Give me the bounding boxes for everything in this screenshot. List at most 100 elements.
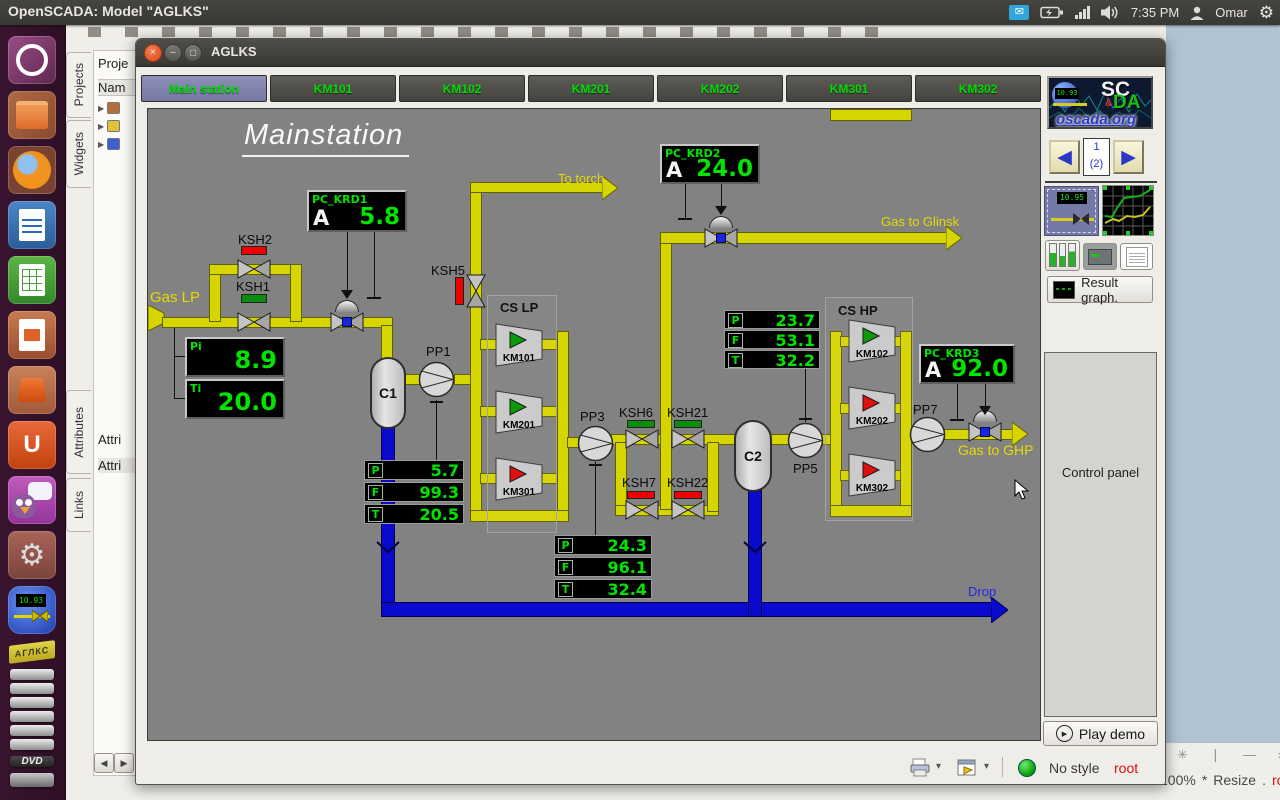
- prev-page-button[interactable]: ◀: [1049, 140, 1080, 174]
- spin-right-button[interactable]: ▶: [114, 753, 134, 773]
- valve-ksh2-state[interactable]: [241, 246, 267, 255]
- openscada-icon[interactable]: 10.93: [8, 586, 56, 634]
- minimized-window-icon[interactable]: [10, 683, 54, 694]
- tab-projects[interactable]: Projects: [66, 52, 91, 118]
- compressor-km301[interactable]: KM301: [495, 457, 543, 501]
- ubuntu-one-icon[interactable]: U: [8, 421, 56, 469]
- valve-ksh21[interactable]: [671, 429, 705, 449]
- close-button[interactable]: ×: [144, 44, 162, 62]
- minimized-window-icon[interactable]: [10, 739, 54, 750]
- pump-pp7[interactable]: [909, 416, 946, 453]
- display-pft3-t[interactable]: T32.4: [554, 579, 652, 599]
- tab-km202[interactable]: KM202: [657, 75, 783, 102]
- display-pft3-p[interactable]: P24.3: [554, 535, 652, 555]
- display-pft1-p[interactable]: P5.7: [364, 460, 464, 480]
- panel-view-button[interactable]: [1083, 243, 1117, 270]
- display-pft2-f[interactable]: F53.1: [724, 330, 820, 349]
- libreoffice-writer-icon[interactable]: [8, 201, 56, 249]
- compressor-km201[interactable]: KM201: [495, 390, 543, 434]
- battery-icon[interactable]: [1040, 6, 1064, 19]
- display-pft1-t[interactable]: T20.5: [364, 504, 464, 524]
- valve-ksh21-state[interactable]: [674, 420, 702, 428]
- result-graph-button[interactable]: Result graph.: [1047, 276, 1153, 303]
- print-dropdown[interactable]: ▾: [936, 761, 941, 772]
- valve-ksh5[interactable]: [466, 274, 486, 308]
- export-dropdown[interactable]: ▾: [984, 761, 989, 772]
- system-settings-icon[interactable]: ⚙: [8, 531, 56, 579]
- valve-ksh22[interactable]: [671, 500, 705, 520]
- display-pi[interactable]: Pi 8.9: [185, 337, 285, 377]
- tab-main-station[interactable]: Main station: [141, 75, 267, 102]
- mail-icon[interactable]: ✉: [1009, 5, 1029, 20]
- tool-icon[interactable]: ❘: [1210, 747, 1221, 763]
- pump-pp1[interactable]: [418, 361, 455, 398]
- libreoffice-impress-icon[interactable]: [8, 311, 56, 359]
- minimized-window-icon[interactable]: [10, 669, 54, 680]
- valve-ksh7[interactable]: [625, 500, 659, 520]
- separator-c2[interactable]: C2: [734, 420, 772, 492]
- session-user[interactable]: Omar: [1215, 5, 1248, 20]
- valve-ksh1-state[interactable]: [241, 294, 267, 303]
- minimized-window-icon[interactable]: [10, 773, 54, 787]
- display-pc-krd3[interactable]: PC_KRD3 A 92.0: [919, 344, 1015, 384]
- display-pft3-f[interactable]: F96.1: [554, 557, 652, 577]
- firefox-icon[interactable]: [8, 146, 56, 194]
- pump-pp3[interactable]: [577, 425, 614, 462]
- compressor-km101[interactable]: KM101: [495, 323, 543, 367]
- tab-km301[interactable]: KM301: [786, 75, 912, 102]
- next-page-button[interactable]: ▶: [1113, 140, 1144, 174]
- display-pc-krd2[interactable]: PC_KRD2 A 24.0: [660, 144, 760, 184]
- minimized-window-icon[interactable]: [10, 697, 54, 708]
- oscada-logo[interactable]: 10.93 SC & DA oscada.org: [1047, 76, 1153, 129]
- tab-km102[interactable]: KM102: [399, 75, 525, 102]
- export-button[interactable]: [956, 758, 978, 778]
- compressor-km202[interactable]: KM202: [848, 386, 896, 430]
- tab-widgets[interactable]: Widgets: [66, 120, 91, 188]
- display-ti[interactable]: Ti 20.0: [185, 379, 285, 419]
- display-pft2-t[interactable]: T32.2: [724, 350, 820, 369]
- display-pft2-p[interactable]: P23.7: [724, 310, 820, 329]
- volume-icon[interactable]: [1101, 5, 1120, 20]
- play-demo-button[interactable]: ▶ Play demo: [1043, 721, 1158, 746]
- clock[interactable]: 7:35 PM: [1131, 5, 1179, 20]
- valve-ksh6-state[interactable]: [627, 420, 655, 428]
- print-button[interactable]: [909, 758, 931, 778]
- valve-ksh5-state[interactable]: [455, 277, 464, 305]
- valve-ksh22-state[interactable]: [674, 491, 702, 499]
- mnemo-view-button[interactable]: 10.95: [1044, 186, 1099, 236]
- dvd-icon[interactable]: DVD: [10, 756, 54, 767]
- display-pc-krd1[interactable]: PC_KRD1 A 5.8: [307, 190, 407, 232]
- empathy-icon[interactable]: [8, 476, 56, 524]
- spin-left-button[interactable]: ◀: [94, 753, 114, 773]
- aglks-launcher-icon[interactable]: АГЛКС: [9, 640, 55, 664]
- tab-attributes[interactable]: Attributes: [66, 390, 91, 474]
- tree-item[interactable]: ▶: [98, 120, 138, 132]
- display-pft1-f[interactable]: F99.3: [364, 482, 464, 502]
- bars-view-button[interactable]: [1045, 240, 1080, 271]
- valve-ksh6[interactable]: [625, 429, 659, 449]
- tab-km302[interactable]: KM302: [915, 75, 1041, 102]
- tool-icon[interactable]: ✳: [1177, 747, 1188, 763]
- document-view-button[interactable]: [1120, 243, 1153, 270]
- gear-icon[interactable]: ⚙: [1259, 3, 1274, 23]
- tool-icon[interactable]: —: [1243, 747, 1256, 763]
- valve-ksh1[interactable]: [237, 312, 271, 332]
- tree-item[interactable]: ▶: [98, 138, 138, 150]
- valve-ksh7-state[interactable]: [627, 491, 655, 499]
- libreoffice-calc-icon[interactable]: [8, 256, 56, 304]
- compressor-km302[interactable]: KM302: [848, 453, 896, 497]
- files-icon[interactable]: [8, 91, 56, 139]
- minimized-window-icon[interactable]: [10, 711, 54, 722]
- network-signal-icon[interactable]: [1075, 6, 1090, 19]
- minimize-button[interactable]: –: [164, 44, 182, 62]
- window-titlebar[interactable]: × – ▢ AGLKS: [136, 39, 1165, 67]
- tab-links[interactable]: Links: [66, 478, 91, 532]
- tab-km201[interactable]: KM201: [528, 75, 654, 102]
- ubuntu-dash-icon[interactable]: [8, 36, 56, 84]
- software-center-icon[interactable]: [8, 366, 56, 414]
- pump-pp5[interactable]: [787, 422, 824, 459]
- maximize-button[interactable]: ▢: [184, 44, 202, 62]
- oscada-link[interactable]: oscada.org: [1056, 111, 1136, 128]
- trend-view-button[interactable]: [1102, 185, 1154, 236]
- tree-item[interactable]: ▶: [98, 102, 138, 114]
